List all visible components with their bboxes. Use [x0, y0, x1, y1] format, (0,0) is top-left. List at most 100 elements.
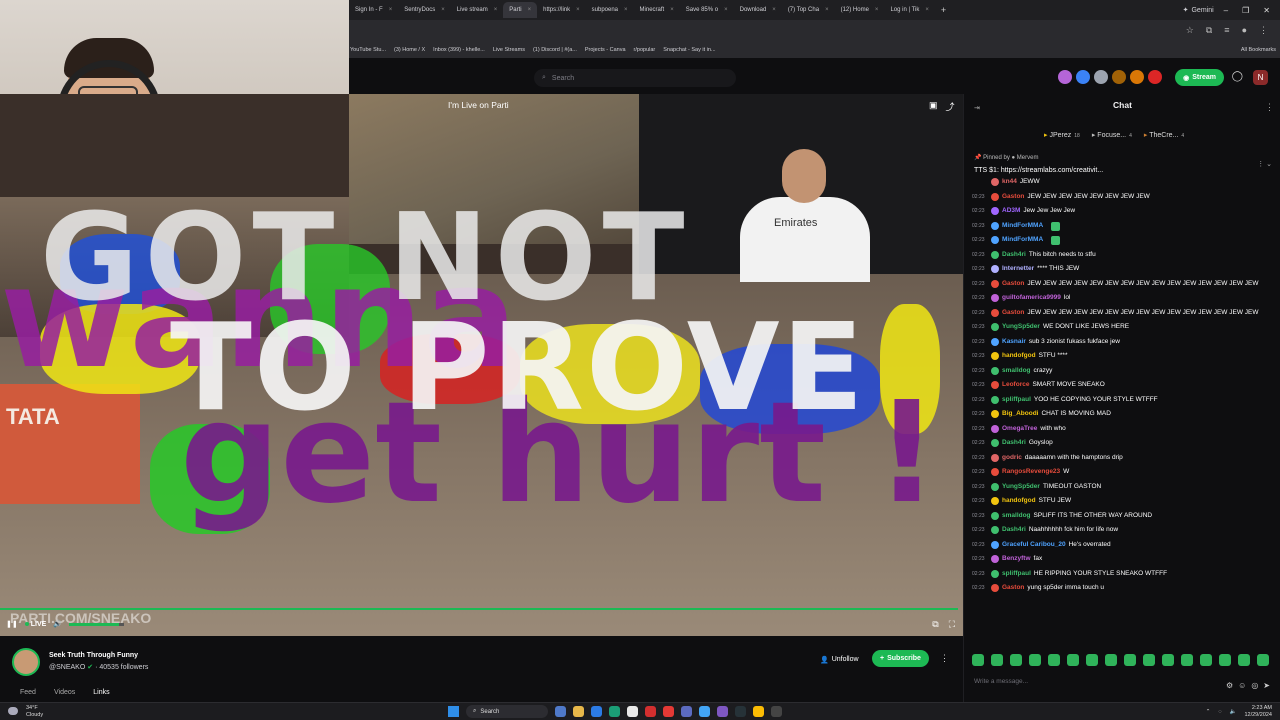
windows-start-icon[interactable]	[448, 706, 459, 717]
chrome-icon[interactable]	[753, 706, 764, 717]
volume-slider[interactable]	[69, 622, 125, 626]
message-icon[interactable]: ◯	[1232, 71, 1243, 82]
extension-icon[interactable]: ⧉	[1206, 25, 1212, 36]
tab-videos[interactable]: Videos	[54, 689, 75, 696]
emote-icon[interactable]	[1181, 654, 1193, 666]
network-icon[interactable]: ◌	[1218, 709, 1221, 715]
close-icon[interactable]: ×	[441, 7, 445, 13]
emote-icon[interactable]	[1086, 654, 1098, 666]
more-options-icon[interactable]: ⋮	[940, 653, 949, 664]
tab-feed[interactable]: Feed	[20, 689, 36, 696]
close-icon[interactable]: ×	[389, 7, 393, 13]
close-icon[interactable]: ×	[825, 7, 829, 13]
browser-tab[interactable]: Live stream ×	[451, 2, 504, 18]
message-username[interactable]: Big_Aboodi	[1002, 410, 1038, 418]
close-icon[interactable]: ×	[772, 7, 776, 13]
close-icon[interactable]: ×	[624, 7, 628, 13]
bookmark-item[interactable]: r/popular	[634, 47, 656, 53]
new-tab-button[interactable]: +	[935, 5, 952, 15]
message-username[interactable]: handofgod	[1002, 352, 1036, 360]
steam-icon[interactable]	[735, 706, 746, 717]
browser-tab[interactable]: Download ×	[734, 2, 782, 18]
message-username[interactable]: Gaston	[1002, 280, 1024, 288]
emote-icon[interactable]	[1219, 654, 1231, 666]
message-username[interactable]: godric	[1002, 454, 1022, 462]
message-username[interactable]: Gaston	[1002, 584, 1024, 592]
pinned-controls-icon[interactable]: ⋮ ⌄	[1257, 160, 1272, 168]
emote-icon[interactable]	[1029, 654, 1041, 666]
browser-tab[interactable]: Minecraft ×	[634, 2, 680, 18]
app-icon[interactable]	[627, 706, 638, 717]
avatar[interactable]	[1130, 70, 1144, 84]
emote-icon[interactable]	[1010, 654, 1022, 666]
speaker-icon[interactable]: 🔈	[1230, 709, 1237, 715]
message-username[interactable]: MindForMMA	[1002, 222, 1043, 230]
message-username[interactable]: guiltofamerica9999	[1002, 294, 1061, 302]
close-icon[interactable]: ×	[875, 7, 879, 13]
close-icon[interactable]: ×	[494, 7, 498, 13]
share-icon[interactable]: ⤴	[946, 100, 955, 113]
bookmark-item[interactable]: (1) Discord | #(a...	[533, 47, 577, 53]
app-icon[interactable]	[663, 706, 674, 717]
message-username[interactable]: spliffpaul	[1002, 570, 1031, 578]
message-username[interactable]: Gaston	[1002, 309, 1024, 317]
message-username[interactable]: Graceful Caribou_20	[1002, 541, 1066, 549]
browser-tab[interactable]: Log in | Tik ×	[884, 2, 934, 18]
avatar[interactable]	[1058, 70, 1072, 84]
message-username[interactable]: RangosRevenge23	[1002, 468, 1060, 476]
close-icon[interactable]: ×	[670, 7, 674, 13]
send-icon[interactable]: ➤	[1263, 681, 1270, 690]
emoji-icon[interactable]: ☺	[1238, 681, 1246, 690]
channel-avatar[interactable]	[12, 648, 40, 676]
unfollow-button[interactable]: 👤 Unfollow	[814, 652, 865, 667]
vscode-icon[interactable]	[591, 706, 602, 717]
profile-icon[interactable]: ●	[1242, 25, 1247, 36]
volume-icon[interactable]: 🔊	[53, 620, 62, 628]
emote-icon[interactable]	[1200, 654, 1212, 666]
all-bookmarks[interactable]: All Bookmarks	[1241, 47, 1280, 53]
bookmark-item[interactable]: Projects - Canva	[585, 47, 626, 53]
bookmark-item[interactable]: Snapchat - Say it in...	[663, 47, 715, 53]
browser-tab[interactable]: (12) Home ×	[835, 2, 885, 18]
pause-icon[interactable]: ❚❚	[6, 620, 18, 628]
browser-tab[interactable]: subpoena ×	[586, 2, 634, 18]
message-username[interactable]: YungSp5der	[1002, 483, 1040, 491]
avatar[interactable]	[1076, 70, 1090, 84]
browser-tab[interactable]: SentryDocs ×	[398, 2, 451, 18]
message-username[interactable]: Leoforce	[1002, 381, 1029, 389]
user-avatar[interactable]: N	[1253, 70, 1268, 85]
emote-icon[interactable]	[1124, 654, 1136, 666]
pip-icon[interactable]: ⧉	[932, 619, 938, 630]
browser-tab-active[interactable]: Parti ×	[503, 2, 538, 18]
gif-icon[interactable]: ◎	[1251, 681, 1258, 690]
emote-icon[interactable]	[991, 654, 1003, 666]
message-username[interactable]: Internetter	[1002, 265, 1034, 273]
opera-icon[interactable]	[645, 706, 656, 717]
emote-icon[interactable]	[1048, 654, 1060, 666]
star-icon[interactable]: ☆	[1186, 25, 1194, 36]
site-search-input[interactable]: ⌕ Search	[534, 69, 736, 87]
browser-tab[interactable]: Sign In - F ×	[349, 2, 398, 18]
edge-icon[interactable]	[609, 706, 620, 717]
close-icon[interactable]: ×	[724, 7, 728, 13]
emote-icon[interactable]	[1105, 654, 1117, 666]
video-player[interactable]: TATA Emirates wanna GOT NOT get hurt ! T…	[0, 94, 963, 636]
gemini-button[interactable]: ✦ Gemini	[1173, 6, 1224, 15]
emote-icon[interactable]	[1238, 654, 1250, 666]
emote-icon[interactable]	[1143, 654, 1155, 666]
kebab-icon[interactable]: ⋮	[1259, 25, 1268, 36]
chat-settings-icon[interactable]: ⋮	[1265, 102, 1274, 113]
bookmark-item[interactable]: Inbox (399) - khelle...	[433, 47, 485, 53]
bookmark-item[interactable]: Live Streams	[493, 47, 525, 53]
app-icon[interactable]	[681, 706, 692, 717]
browser-tab[interactable]: (7) Top Cha ×	[782, 2, 835, 18]
pinned-text[interactable]: TTS $1: https://streamlabs.com/creativit…	[974, 167, 1274, 174]
message-username[interactable]: handofgod	[1002, 497, 1036, 505]
message-username[interactable]: spliffpaul	[1002, 396, 1031, 404]
discord-icon[interactable]	[717, 706, 728, 717]
message-username[interactable]: AD3M	[1002, 207, 1020, 215]
minimize-icon[interactable]: –	[1224, 6, 1228, 15]
stream-button[interactable]: ◉ Stream	[1175, 69, 1224, 86]
tab-links[interactable]: Links	[93, 689, 109, 696]
avatar[interactable]	[1148, 70, 1162, 84]
